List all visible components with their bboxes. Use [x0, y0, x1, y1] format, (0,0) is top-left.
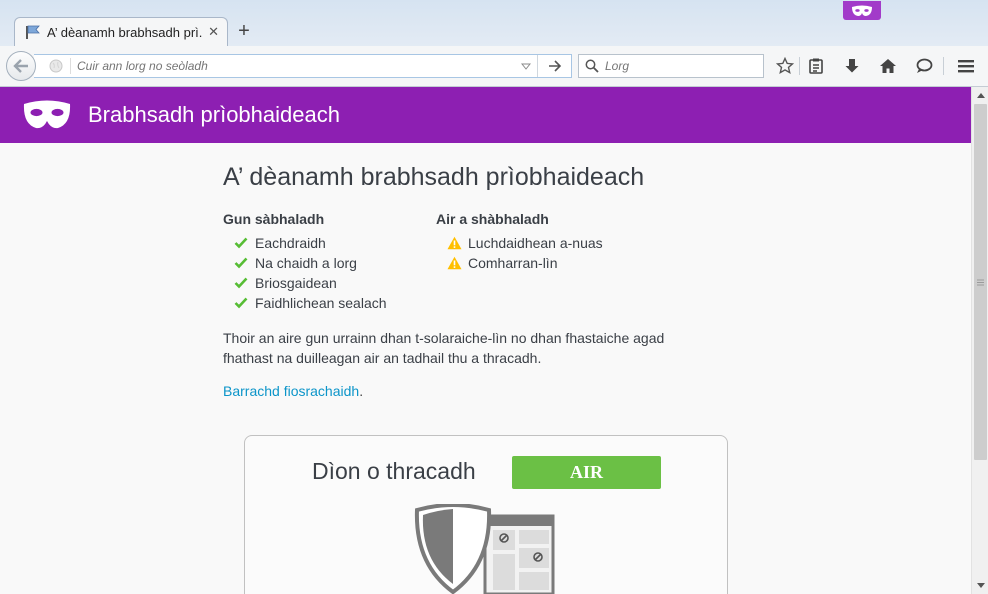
toolbar-separator — [943, 57, 944, 75]
tracking-note: Thoir an aire gun urrainn dhan t-solarai… — [223, 330, 665, 366]
back-icon — [13, 59, 28, 73]
tab-private-browsing[interactable]: A’ dèanamh brabhsadh prì... ✕ — [14, 17, 228, 46]
go-arrow-icon[interactable] — [537, 55, 571, 77]
tracking-protection-box: Dìon o thracadh AIR — [244, 435, 728, 594]
back-button[interactable] — [6, 51, 36, 81]
scroll-down-arrow-icon[interactable] — [972, 577, 988, 594]
toolbar-separator — [799, 57, 800, 75]
search-bar[interactable] — [578, 54, 764, 78]
tab-close-icon[interactable]: ✕ — [208, 24, 219, 40]
bookmark-star-icon — [776, 57, 794, 75]
private-mask-icon — [23, 100, 71, 129]
saved-column: Air a shàbhaladh Luchdaidhean a-nuas Com… — [436, 211, 649, 313]
list-item: Na chaidh a lorg — [223, 253, 436, 273]
page-content: Brabhsadh prìobhaideach A’ dèanamh brabh… — [0, 87, 971, 594]
reading-list-button[interactable] — [805, 55, 827, 77]
list-item: Comharran-lìn — [436, 253, 649, 273]
page-title: A’ dèanamh brabhsadh prìobhaideach — [223, 163, 645, 191]
learn-more-suffix: . — [359, 383, 364, 399]
not-saved-heading: Gun sàbhaladh — [223, 211, 325, 227]
list-item-label: Luchdaidhean a-nuas — [468, 235, 603, 251]
check-icon — [233, 295, 249, 311]
list-item-label: Briosgaidean — [255, 275, 337, 291]
list-item-label: Eachdraidh — [255, 235, 326, 251]
download-icon — [845, 59, 859, 73]
shield-page-illustration-icon — [414, 504, 555, 594]
vertical-scrollbar[interactable] — [971, 87, 988, 594]
private-browsing-indicator — [843, 1, 881, 20]
tracking-protection-toggle[interactable]: AIR — [512, 456, 661, 489]
download-button[interactable] — [841, 55, 863, 77]
reading-list-icon — [809, 58, 823, 74]
scrollbar-thumb[interactable] — [974, 104, 987, 460]
list-item: Faidhlichean sealach — [223, 293, 436, 313]
home-icon — [880, 59, 896, 73]
not-saved-column: Gun sàbhaladh Eachdraidh Na chaidh a lor… — [223, 211, 436, 313]
list-item: Eachdraidh — [223, 233, 436, 253]
learn-more-link[interactable]: Barrachd fiosrachaidh — [223, 383, 359, 399]
menu-button[interactable] — [955, 55, 977, 77]
menu-icon — [958, 60, 974, 73]
private-browsing-banner: Brabhsadh prìobhaideach — [0, 87, 971, 143]
bookmark-star-button[interactable] — [774, 55, 796, 77]
banner-title: Brabhsadh prìobhaideach — [88, 102, 340, 127]
check-icon — [233, 275, 249, 291]
chat-bubble-icon — [916, 58, 933, 73]
list-item-label: Faidhlichean sealach — [255, 295, 387, 311]
tracking-protection-title: Dìon o thracadh — [312, 458, 476, 484]
list-item: Luchdaidhean a-nuas — [436, 233, 649, 253]
chat-button[interactable] — [913, 55, 935, 77]
home-button[interactable] — [877, 55, 899, 77]
check-icon — [233, 255, 249, 271]
url-bar[interactable] — [34, 54, 572, 78]
search-input[interactable] — [605, 59, 763, 73]
private-mask-icon — [852, 5, 872, 16]
dropmarker-icon[interactable] — [515, 63, 537, 70]
tab-strip: A’ dèanamh brabhsadh prì... ✕ + — [0, 0, 988, 46]
learn-more-line: Barrachd fiosrachaidh. — [223, 383, 743, 399]
saved-heading: Air a shàbhaladh — [436, 211, 549, 227]
scroll-up-arrow-icon[interactable] — [972, 87, 988, 104]
saved-status-columns: Gun sàbhaladh Eachdraidh Na chaidh a lor… — [223, 211, 743, 313]
list-item-label: Comharran-lìn — [468, 255, 558, 271]
warning-icon — [446, 235, 462, 251]
warning-icon — [446, 255, 462, 271]
globe-icon — [48, 58, 64, 74]
url-separator — [70, 58, 71, 74]
url-input[interactable] — [77, 59, 515, 73]
tab-favicon-icon — [25, 24, 41, 40]
tab-title: A’ dèanamh brabhsadh prì... — [47, 24, 203, 40]
navigation-toolbar — [0, 46, 988, 87]
list-item: Briosgaidean — [223, 273, 436, 293]
new-tab-button[interactable]: + — [234, 20, 254, 42]
search-icon — [585, 59, 599, 73]
private-browsing-info: A’ dèanamh brabhsadh prìobhaideach Gun s… — [223, 163, 743, 399]
list-item-label: Na chaidh a lorg — [255, 255, 357, 271]
check-icon — [233, 235, 249, 251]
